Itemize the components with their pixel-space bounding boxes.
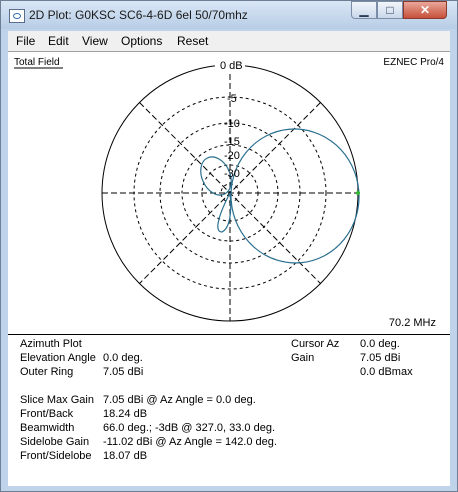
beamwidth-value: 66.0 deg.; -3dB @ 327.0, 33.0 deg.	[103, 422, 276, 434]
menu-bar: File Edit View Options Reset	[8, 31, 450, 51]
plot-window: 2D Plot: G0KSC SC6-4-6D 6el 50/70mhz ▁ □…	[0, 0, 458, 492]
ring-label-0db: 0 dB	[220, 60, 243, 72]
elevation-angle-label: Elevation Angle	[20, 352, 96, 364]
plot-info-panel: Azimuth Plot Elevation Angle 0.0 deg. Ou…	[8, 334, 450, 486]
ring-label-minus-20: -20	[224, 150, 240, 162]
menu-view[interactable]: View	[82, 34, 108, 48]
front-back-value: 18.24 dB	[103, 408, 148, 420]
cursor-az-label: Cursor Az	[291, 338, 340, 350]
total-field-label: Total Field	[14, 57, 60, 68]
pattern-traces	[200, 128, 360, 264]
polar-plot-area[interactable]: 0 dB -5 -10 -15 -20 -30 Total Field EZNE…	[8, 51, 450, 334]
ring-label-minus-10: -10	[224, 118, 240, 130]
program-label: EZNEC Pro/4	[383, 57, 444, 68]
cursor-az-value: 0.0 deg.	[360, 338, 400, 350]
close-button[interactable]: ✕	[403, 1, 447, 19]
menu-edit[interactable]: Edit	[48, 34, 69, 48]
polar-plot[interactable]: 0 dB -5 -10 -15 -20 -30 Total Field EZNE…	[8, 52, 450, 334]
cursor-marker	[356, 191, 360, 195]
front-sidelobe-label: Front/Sidelobe	[20, 450, 92, 462]
slice-max-gain-value: 7.05 dBi @ Az Angle = 0.0 deg.	[103, 394, 256, 406]
minimize-button[interactable]: ▁	[351, 1, 377, 19]
menu-reset[interactable]: Reset	[177, 34, 208, 48]
window-title: 2D Plot: G0KSC SC6-4-6D 6el 50/70mhz	[29, 8, 248, 22]
sidelobe-gain-value: -11.02 dBi @ Az Angle = 142.0 deg.	[103, 436, 277, 448]
outer-ring-value: 7.05 dBi	[103, 366, 144, 378]
maximize-button[interactable]: □	[377, 1, 403, 19]
sidelobe-gain-label: Sidelobe Gain	[20, 436, 90, 448]
app-icon[interactable]	[9, 9, 25, 23]
gain-label: Gain	[291, 352, 315, 364]
beamwidth-label: Beamwidth	[20, 422, 75, 434]
outer-ring-label: Outer Ring	[20, 366, 74, 378]
main-lobe-trace	[230, 128, 360, 264]
front-back-label: Front/Back	[20, 408, 74, 420]
ring-label-minus-5: -5	[227, 93, 237, 105]
dbmax-value: 0.0 dBmax	[360, 366, 413, 378]
plot-type-label: Azimuth Plot	[20, 338, 82, 350]
slice-max-gain-label: Slice Max Gain	[20, 394, 94, 406]
gain-value: 7.05 dBi	[360, 352, 401, 364]
title-bar[interactable]: 2D Plot: G0KSC SC6-4-6D 6el 50/70mhz ▁ □…	[1, 1, 457, 29]
ring-label-minus-30: -30	[224, 168, 240, 180]
menu-file[interactable]: File	[16, 34, 35, 48]
frequency-label: 70.2 MHz	[389, 317, 436, 329]
ring-label-minus-15: -15	[224, 136, 240, 148]
menu-options[interactable]: Options	[121, 34, 162, 48]
front-sidelobe-value: 18.07 dB	[103, 450, 148, 462]
elevation-angle-value: 0.0 deg.	[103, 352, 143, 364]
